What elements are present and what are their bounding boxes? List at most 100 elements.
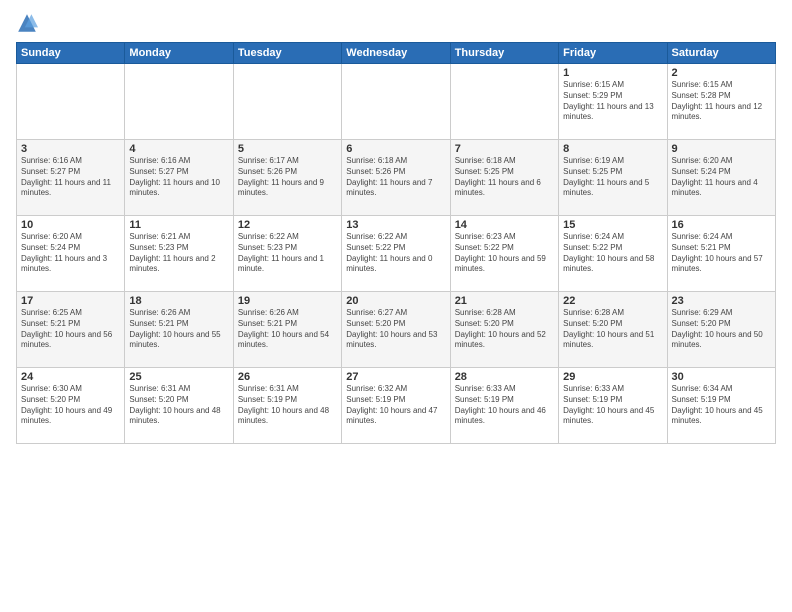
calendar-cell: 27Sunrise: 6:32 AMSunset: 5:19 PMDayligh… bbox=[342, 368, 450, 444]
calendar-cell bbox=[125, 64, 233, 140]
day-number: 25 bbox=[129, 371, 228, 383]
day-info: Sunrise: 6:20 AMSunset: 5:24 PMDaylight:… bbox=[672, 156, 771, 199]
day-info: Sunrise: 6:28 AMSunset: 5:20 PMDaylight:… bbox=[563, 308, 662, 351]
day-info: Sunrise: 6:26 AMSunset: 5:21 PMDaylight:… bbox=[129, 308, 228, 351]
day-info: Sunrise: 6:25 AMSunset: 5:21 PMDaylight:… bbox=[21, 308, 120, 351]
day-info: Sunrise: 6:16 AMSunset: 5:27 PMDaylight:… bbox=[21, 156, 120, 199]
calendar-cell: 24Sunrise: 6:30 AMSunset: 5:20 PMDayligh… bbox=[17, 368, 125, 444]
calendar-cell: 26Sunrise: 6:31 AMSunset: 5:19 PMDayligh… bbox=[233, 368, 341, 444]
calendar-cell: 11Sunrise: 6:21 AMSunset: 5:23 PMDayligh… bbox=[125, 216, 233, 292]
calendar-cell: 23Sunrise: 6:29 AMSunset: 5:20 PMDayligh… bbox=[667, 292, 775, 368]
day-number: 8 bbox=[563, 143, 662, 155]
weekday-header-monday: Monday bbox=[125, 43, 233, 64]
calendar-cell: 25Sunrise: 6:31 AMSunset: 5:20 PMDayligh… bbox=[125, 368, 233, 444]
day-info: Sunrise: 6:34 AMSunset: 5:19 PMDaylight:… bbox=[672, 384, 771, 427]
day-number: 16 bbox=[672, 219, 771, 231]
weekday-header-tuesday: Tuesday bbox=[233, 43, 341, 64]
calendar-cell: 6Sunrise: 6:18 AMSunset: 5:26 PMDaylight… bbox=[342, 140, 450, 216]
day-number: 4 bbox=[129, 143, 228, 155]
calendar-cell: 3Sunrise: 6:16 AMSunset: 5:27 PMDaylight… bbox=[17, 140, 125, 216]
day-number: 19 bbox=[238, 295, 337, 307]
day-info: Sunrise: 6:17 AMSunset: 5:26 PMDaylight:… bbox=[238, 156, 337, 199]
day-info: Sunrise: 6:21 AMSunset: 5:23 PMDaylight:… bbox=[129, 232, 228, 275]
day-number: 6 bbox=[346, 143, 445, 155]
calendar-cell: 12Sunrise: 6:22 AMSunset: 5:23 PMDayligh… bbox=[233, 216, 341, 292]
day-number: 22 bbox=[563, 295, 662, 307]
day-info: Sunrise: 6:33 AMSunset: 5:19 PMDaylight:… bbox=[455, 384, 554, 427]
day-number: 20 bbox=[346, 295, 445, 307]
day-info: Sunrise: 6:23 AMSunset: 5:22 PMDaylight:… bbox=[455, 232, 554, 275]
day-info: Sunrise: 6:27 AMSunset: 5:20 PMDaylight:… bbox=[346, 308, 445, 351]
calendar-cell: 1Sunrise: 6:15 AMSunset: 5:29 PMDaylight… bbox=[559, 64, 667, 140]
calendar-cell bbox=[17, 64, 125, 140]
day-number: 28 bbox=[455, 371, 554, 383]
day-info: Sunrise: 6:15 AMSunset: 5:28 PMDaylight:… bbox=[672, 80, 771, 123]
day-info: Sunrise: 6:18 AMSunset: 5:25 PMDaylight:… bbox=[455, 156, 554, 199]
calendar-cell: 8Sunrise: 6:19 AMSunset: 5:25 PMDaylight… bbox=[559, 140, 667, 216]
day-number: 18 bbox=[129, 295, 228, 307]
calendar-cell: 20Sunrise: 6:27 AMSunset: 5:20 PMDayligh… bbox=[342, 292, 450, 368]
calendar-cell: 4Sunrise: 6:16 AMSunset: 5:27 PMDaylight… bbox=[125, 140, 233, 216]
day-number: 10 bbox=[21, 219, 120, 231]
calendar-cell bbox=[450, 64, 558, 140]
calendar-cell: 29Sunrise: 6:33 AMSunset: 5:19 PMDayligh… bbox=[559, 368, 667, 444]
day-info: Sunrise: 6:24 AMSunset: 5:21 PMDaylight:… bbox=[672, 232, 771, 275]
day-info: Sunrise: 6:33 AMSunset: 5:19 PMDaylight:… bbox=[563, 384, 662, 427]
day-info: Sunrise: 6:30 AMSunset: 5:20 PMDaylight:… bbox=[21, 384, 120, 427]
calendar-cell: 9Sunrise: 6:20 AMSunset: 5:24 PMDaylight… bbox=[667, 140, 775, 216]
calendar-cell: 2Sunrise: 6:15 AMSunset: 5:28 PMDaylight… bbox=[667, 64, 775, 140]
calendar-cell: 18Sunrise: 6:26 AMSunset: 5:21 PMDayligh… bbox=[125, 292, 233, 368]
day-number: 5 bbox=[238, 143, 337, 155]
calendar-cell: 5Sunrise: 6:17 AMSunset: 5:26 PMDaylight… bbox=[233, 140, 341, 216]
calendar-cell: 19Sunrise: 6:26 AMSunset: 5:21 PMDayligh… bbox=[233, 292, 341, 368]
day-info: Sunrise: 6:22 AMSunset: 5:23 PMDaylight:… bbox=[238, 232, 337, 275]
calendar-cell: 30Sunrise: 6:34 AMSunset: 5:19 PMDayligh… bbox=[667, 368, 775, 444]
calendar-cell bbox=[233, 64, 341, 140]
day-number: 21 bbox=[455, 295, 554, 307]
day-number: 24 bbox=[21, 371, 120, 383]
calendar-cell: 22Sunrise: 6:28 AMSunset: 5:20 PMDayligh… bbox=[559, 292, 667, 368]
logo bbox=[16, 12, 42, 34]
day-number: 1 bbox=[563, 67, 662, 79]
day-info: Sunrise: 6:20 AMSunset: 5:24 PMDaylight:… bbox=[21, 232, 120, 275]
calendar-cell: 13Sunrise: 6:22 AMSunset: 5:22 PMDayligh… bbox=[342, 216, 450, 292]
calendar-cell: 7Sunrise: 6:18 AMSunset: 5:25 PMDaylight… bbox=[450, 140, 558, 216]
day-number: 17 bbox=[21, 295, 120, 307]
day-number: 7 bbox=[455, 143, 554, 155]
calendar-cell: 16Sunrise: 6:24 AMSunset: 5:21 PMDayligh… bbox=[667, 216, 775, 292]
weekday-header-sunday: Sunday bbox=[17, 43, 125, 64]
calendar-cell: 15Sunrise: 6:24 AMSunset: 5:22 PMDayligh… bbox=[559, 216, 667, 292]
day-number: 30 bbox=[672, 371, 771, 383]
day-info: Sunrise: 6:32 AMSunset: 5:19 PMDaylight:… bbox=[346, 384, 445, 427]
day-info: Sunrise: 6:31 AMSunset: 5:19 PMDaylight:… bbox=[238, 384, 337, 427]
day-number: 14 bbox=[455, 219, 554, 231]
day-number: 9 bbox=[672, 143, 771, 155]
day-info: Sunrise: 6:28 AMSunset: 5:20 PMDaylight:… bbox=[455, 308, 554, 351]
calendar-cell: 28Sunrise: 6:33 AMSunset: 5:19 PMDayligh… bbox=[450, 368, 558, 444]
calendar-cell bbox=[342, 64, 450, 140]
day-info: Sunrise: 6:24 AMSunset: 5:22 PMDaylight:… bbox=[563, 232, 662, 275]
day-number: 26 bbox=[238, 371, 337, 383]
calendar-cell: 21Sunrise: 6:28 AMSunset: 5:20 PMDayligh… bbox=[450, 292, 558, 368]
day-info: Sunrise: 6:16 AMSunset: 5:27 PMDaylight:… bbox=[129, 156, 228, 199]
day-number: 12 bbox=[238, 219, 337, 231]
calendar-cell: 10Sunrise: 6:20 AMSunset: 5:24 PMDayligh… bbox=[17, 216, 125, 292]
day-number: 3 bbox=[21, 143, 120, 155]
day-info: Sunrise: 6:22 AMSunset: 5:22 PMDaylight:… bbox=[346, 232, 445, 275]
calendar-table: SundayMondayTuesdayWednesdayThursdayFrid… bbox=[16, 42, 776, 444]
weekday-header-wednesday: Wednesday bbox=[342, 43, 450, 64]
day-number: 29 bbox=[563, 371, 662, 383]
day-number: 23 bbox=[672, 295, 771, 307]
calendar-cell: 17Sunrise: 6:25 AMSunset: 5:21 PMDayligh… bbox=[17, 292, 125, 368]
day-number: 13 bbox=[346, 219, 445, 231]
day-info: Sunrise: 6:31 AMSunset: 5:20 PMDaylight:… bbox=[129, 384, 228, 427]
day-info: Sunrise: 6:29 AMSunset: 5:20 PMDaylight:… bbox=[672, 308, 771, 351]
weekday-header-thursday: Thursday bbox=[450, 43, 558, 64]
day-number: 2 bbox=[672, 67, 771, 79]
day-number: 27 bbox=[346, 371, 445, 383]
weekday-header-saturday: Saturday bbox=[667, 43, 775, 64]
day-info: Sunrise: 6:15 AMSunset: 5:29 PMDaylight:… bbox=[563, 80, 662, 123]
day-number: 15 bbox=[563, 219, 662, 231]
day-info: Sunrise: 6:18 AMSunset: 5:26 PMDaylight:… bbox=[346, 156, 445, 199]
calendar-cell: 14Sunrise: 6:23 AMSunset: 5:22 PMDayligh… bbox=[450, 216, 558, 292]
